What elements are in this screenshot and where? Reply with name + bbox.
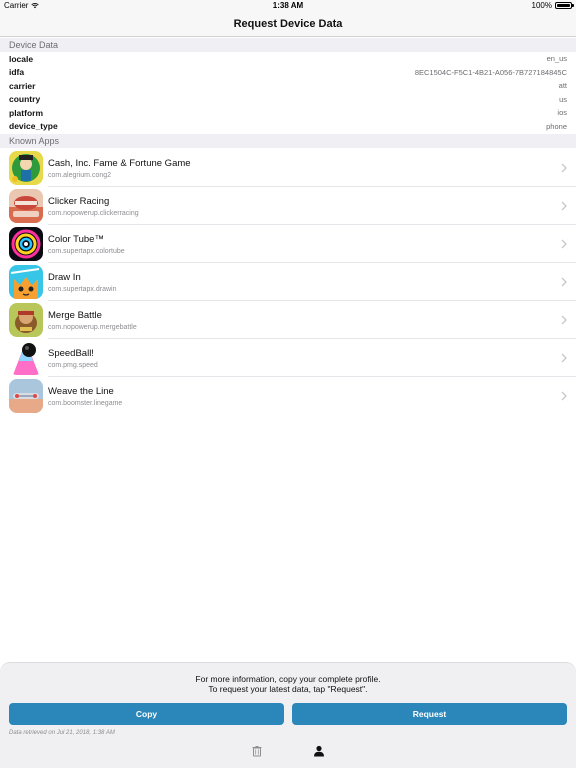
- app-name: Cash, Inc. Fame & Fortune Game: [48, 157, 191, 169]
- copy-button[interactable]: Copy: [9, 703, 284, 725]
- chevron-right-icon: [561, 391, 567, 401]
- status-time: 1:38 AM: [272, 1, 304, 10]
- app-text: SpeedBall! com.pmg.speed: [48, 348, 98, 369]
- app-bundle: com.supertapx.colortube: [48, 247, 125, 255]
- weave-the-line-app-icon: [9, 379, 43, 413]
- trash-icon[interactable]: [251, 745, 263, 757]
- status-bar: Carrier 1:38 AM 100%: [0, 0, 576, 12]
- device-value: att: [558, 81, 567, 91]
- request-button[interactable]: Request: [292, 703, 567, 725]
- app-name: Clicker Racing: [48, 195, 110, 207]
- app-text: Draw In com.supertapx.drawin: [48, 272, 116, 293]
- app-text: Cash, Inc. Fame & Fortune Game com.alegr…: [48, 158, 191, 179]
- device-row-country: country us: [0, 93, 576, 107]
- device-value: ios: [557, 108, 567, 118]
- app-name: Draw In: [48, 271, 81, 283]
- device-key: locale: [9, 53, 34, 64]
- app-text: Color Tube™ com.supertapx.colortube: [48, 234, 125, 255]
- device-key: idfa: [9, 67, 25, 78]
- app-bundle: com.boomster.linegame: [48, 399, 123, 407]
- device-row-idfa: idfa 8EC1504C-F5C1-4B21-A056-7B727184845…: [0, 66, 576, 80]
- merge-battle-app-icon: [9, 303, 43, 337]
- app-bundle: com.nopowerup.mergebattle: [48, 323, 137, 331]
- draw-in-app-icon: [9, 265, 43, 299]
- app-name: SpeedBall!: [48, 347, 94, 359]
- app-bundle: com.pmg.speed: [48, 361, 98, 369]
- device-value: phone: [546, 121, 567, 131]
- app-row[interactable]: Draw In com.supertapx.drawin: [0, 263, 576, 301]
- device-key: platform: [9, 107, 43, 118]
- navigation-bar: Request Device Data: [0, 12, 576, 37]
- app-row[interactable]: Color Tube™ com.supertapx.colortube: [0, 225, 576, 263]
- battery-icon: [555, 2, 574, 9]
- device-key: country: [9, 94, 41, 105]
- app-row[interactable]: SpeedBall! com.pmg.speed: [0, 339, 576, 377]
- app-bundle: com.alegrium.cong2: [48, 171, 112, 179]
- info-line-1: For more information, copy your complete…: [195, 674, 381, 684]
- color-tube-app-icon: [9, 227, 43, 261]
- chevron-right-icon: [561, 239, 567, 249]
- app-text: Clicker Racing com.nopowerup.clickerraci…: [48, 196, 139, 217]
- app-name: Color Tube™: [48, 233, 104, 245]
- chevron-right-icon: [561, 353, 567, 363]
- bottom-panel: For more information, copy your complete…: [0, 662, 576, 768]
- app-text: Weave the Line com.boomster.linegame: [48, 386, 122, 407]
- app-bundle: com.nopowerup.clickerracing: [48, 209, 139, 217]
- device-key: device_type: [9, 121, 58, 132]
- device-row-carrier: carrier att: [0, 79, 576, 93]
- device-row-locale: locale en_us: [0, 52, 576, 66]
- status-right: 100%: [531, 1, 574, 10]
- person-icon[interactable]: [313, 745, 325, 757]
- device-key: carrier: [9, 80, 36, 91]
- clicker-racing-app-icon: [9, 189, 43, 223]
- retrieved-timestamp: Data retrieved on Jul 21, 2018, 1:38 AM: [9, 730, 115, 736]
- device-value: en_us: [546, 54, 567, 64]
- chevron-right-icon: [561, 315, 567, 325]
- app-name: Weave the Line: [48, 385, 114, 397]
- app-row[interactable]: Weave the Line com.boomster.linegame: [0, 377, 576, 415]
- chevron-right-icon: [561, 277, 567, 287]
- device-row-platform: platform ios: [0, 106, 576, 120]
- app-row[interactable]: Cash, Inc. Fame & Fortune Game com.alegr…: [0, 149, 576, 187]
- info-line-2: To request your latest data, tap "Reques…: [208, 684, 368, 694]
- device-value: us: [559, 94, 567, 104]
- info-text: For more information, copy your complete…: [0, 674, 576, 694]
- device-row-device-type: device_type phone: [0, 120, 576, 134]
- page-title: Request Device Data: [233, 18, 343, 30]
- chevron-right-icon: [561, 163, 567, 173]
- app-row[interactable]: Merge Battle com.nopowerup.mergebattle: [0, 301, 576, 339]
- app-bundle: com.supertapx.drawin: [48, 285, 117, 293]
- app-text: Merge Battle com.nopowerup.mergebattle: [48, 310, 137, 331]
- app-name: Merge Battle: [48, 309, 102, 321]
- chevron-right-icon: [561, 201, 567, 211]
- cash-inc-app-icon: [9, 151, 43, 185]
- speedball-app-icon: [9, 341, 43, 375]
- app-row[interactable]: Clicker Racing com.nopowerup.clickerraci…: [0, 187, 576, 225]
- device-data-header: Device Data: [0, 38, 576, 52]
- known-apps-header: Known Apps: [0, 134, 576, 148]
- device-value: 8EC1504C-F5C1-4B21-A056-7B727184845C: [414, 67, 567, 77]
- battery-percent: 100%: [531, 1, 552, 10]
